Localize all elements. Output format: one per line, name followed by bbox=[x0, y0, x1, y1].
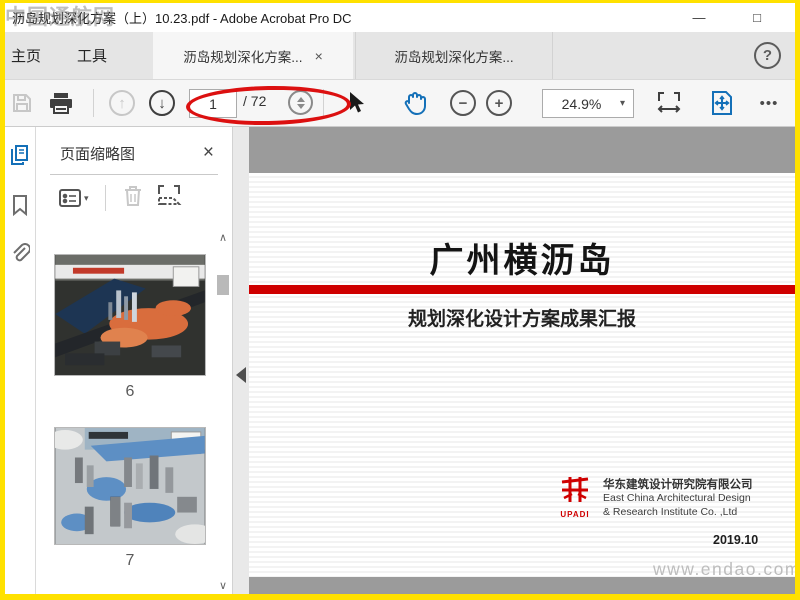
document-date: 2019.10 bbox=[713, 533, 759, 547]
attachments-icon[interactable] bbox=[10, 243, 31, 270]
minimize-button[interactable]: — bbox=[689, 10, 709, 25]
document-tab-active[interactable]: 沥岛规划深化方案... × bbox=[153, 32, 354, 79]
company-name-en-1: East China Architectural Design bbox=[603, 492, 751, 504]
page-number-input[interactable] bbox=[189, 89, 237, 118]
panel-close-icon[interactable]: × bbox=[203, 142, 218, 164]
document-tab-label: 沥岛规划深化方案... bbox=[183, 49, 303, 65]
chevron-down-icon: ▾ bbox=[619, 98, 625, 109]
tab-bar: 主页 工具 沥岛规划深化方案... × 沥岛规划深化方案... ? bbox=[5, 32, 795, 80]
upadi-logo-icon bbox=[561, 477, 589, 502]
thumbnail-options-icon[interactable]: ▾ bbox=[58, 188, 89, 208]
document-tab-inactive[interactable]: 沥岛规划深化方案... bbox=[355, 32, 554, 79]
page-7-preview-image bbox=[54, 427, 206, 545]
page-count-label: / 72 bbox=[243, 93, 267, 109]
collapse-panel-icon[interactable] bbox=[236, 367, 246, 383]
page-thumbnails-panel: 页面缩略图 × ▾ 6 7 ∧ ∨ bbox=[36, 127, 233, 594]
bookmarks-icon[interactable] bbox=[11, 194, 29, 221]
document-title: 广州横沥岛 bbox=[429, 242, 615, 280]
title-bar: 沥岛规划深化方案（上）10.23.pdf - Adobe Acrobat Pro… bbox=[5, 3, 795, 32]
pdf-page: 广州横沥岛 规划深化设计方案成果汇报 UPADI 华东建筑设计研究院有限公司 E… bbox=[249, 173, 795, 577]
tab-home[interactable]: 主页 bbox=[5, 32, 59, 79]
next-page-icon[interactable]: ↓ bbox=[145, 80, 179, 126]
thumbnail-page-7[interactable]: 7 bbox=[54, 427, 206, 570]
chevron-down-icon: ▾ bbox=[84, 192, 89, 203]
document-tab-label: 沥岛规划深化方案... bbox=[394, 49, 514, 65]
thumbnail-page-number: 6 bbox=[125, 383, 135, 400]
print-icon[interactable] bbox=[43, 80, 79, 126]
panel-collapse-strip[interactable] bbox=[233, 127, 249, 594]
main-toolbar: ↑ ↓ / 72 − + 24.9% ▾ bbox=[5, 80, 795, 127]
fit-width-icon[interactable] bbox=[650, 80, 688, 126]
help-icon[interactable]: ? bbox=[754, 42, 781, 69]
previous-page-icon[interactable]: ↑ bbox=[105, 80, 139, 126]
save-icon[interactable] bbox=[5, 80, 39, 126]
document-subtitle: 规划深化设计方案成果汇报 bbox=[407, 309, 636, 330]
document-pane: 广州横沥岛 规划深化设计方案成果汇报 UPADI 华东建筑设计研究院有限公司 E… bbox=[249, 127, 795, 594]
scroll-down-icon[interactable]: ∨ bbox=[215, 579, 231, 592]
crop-pages-icon[interactable] bbox=[156, 184, 182, 213]
scrollbar-thumb[interactable] bbox=[217, 275, 229, 295]
logo-caption: UPADI bbox=[560, 510, 590, 519]
thumbnail-page-number: 7 bbox=[125, 552, 135, 569]
scroll-up-icon[interactable]: ∧ bbox=[215, 231, 231, 244]
company-logo-block: UPADI 华东建筑设计研究院有限公司 East China Architect… bbox=[557, 476, 753, 519]
panel-scrollbar[interactable]: ∧ ∨ bbox=[215, 231, 231, 592]
panel-toolbar: ▾ bbox=[36, 175, 232, 221]
more-tools-icon[interactable]: ••• bbox=[749, 80, 789, 126]
title-divider-line bbox=[249, 285, 795, 294]
zoom-level-select[interactable]: 24.9% ▾ bbox=[542, 89, 634, 118]
page-6-preview-image bbox=[54, 254, 206, 376]
application-window: 沥岛规划深化方案（上）10.23.pdf - Adobe Acrobat Pro… bbox=[0, 0, 800, 600]
site-watermark: www.endao.com bbox=[653, 559, 795, 577]
select-tool-icon[interactable] bbox=[337, 80, 373, 126]
zoom-out-icon[interactable]: − bbox=[446, 80, 480, 126]
zoom-in-icon[interactable]: + bbox=[482, 80, 516, 126]
maximize-button[interactable]: □ bbox=[747, 10, 767, 25]
zoom-level-value: 24.9% bbox=[561, 95, 602, 112]
company-name-en-2: & Research Institute Co. ,Ltd bbox=[603, 505, 738, 518]
window-title: 沥岛规划深化方案（上）10.23.pdf - Adobe Acrobat Pro… bbox=[12, 11, 352, 26]
panel-title: 页面缩略图 bbox=[60, 145, 136, 163]
company-name-cn: 华东建筑设计研究院有限公司 bbox=[603, 479, 753, 491]
hand-tool-icon[interactable] bbox=[395, 80, 435, 126]
page-scroll-options-icon[interactable] bbox=[288, 90, 313, 115]
thumbnail-list: 6 7 ∧ ∨ bbox=[36, 221, 232, 594]
document-tab-close-icon[interactable]: × bbox=[315, 48, 323, 64]
page-thumbnails-icon[interactable] bbox=[9, 143, 31, 172]
thumbnail-page-6[interactable]: 6 bbox=[54, 254, 206, 401]
fit-page-icon[interactable] bbox=[703, 80, 741, 126]
tab-tools[interactable]: 工具 bbox=[59, 32, 125, 79]
navigation-icon-strip bbox=[5, 127, 36, 594]
main-area: 页面缩略图 × ▾ 6 7 ∧ ∨ 广州横沥岛 规划深化设计方案成果汇报 UPA… bbox=[5, 127, 795, 594]
delete-pages-icon[interactable] bbox=[122, 184, 144, 213]
